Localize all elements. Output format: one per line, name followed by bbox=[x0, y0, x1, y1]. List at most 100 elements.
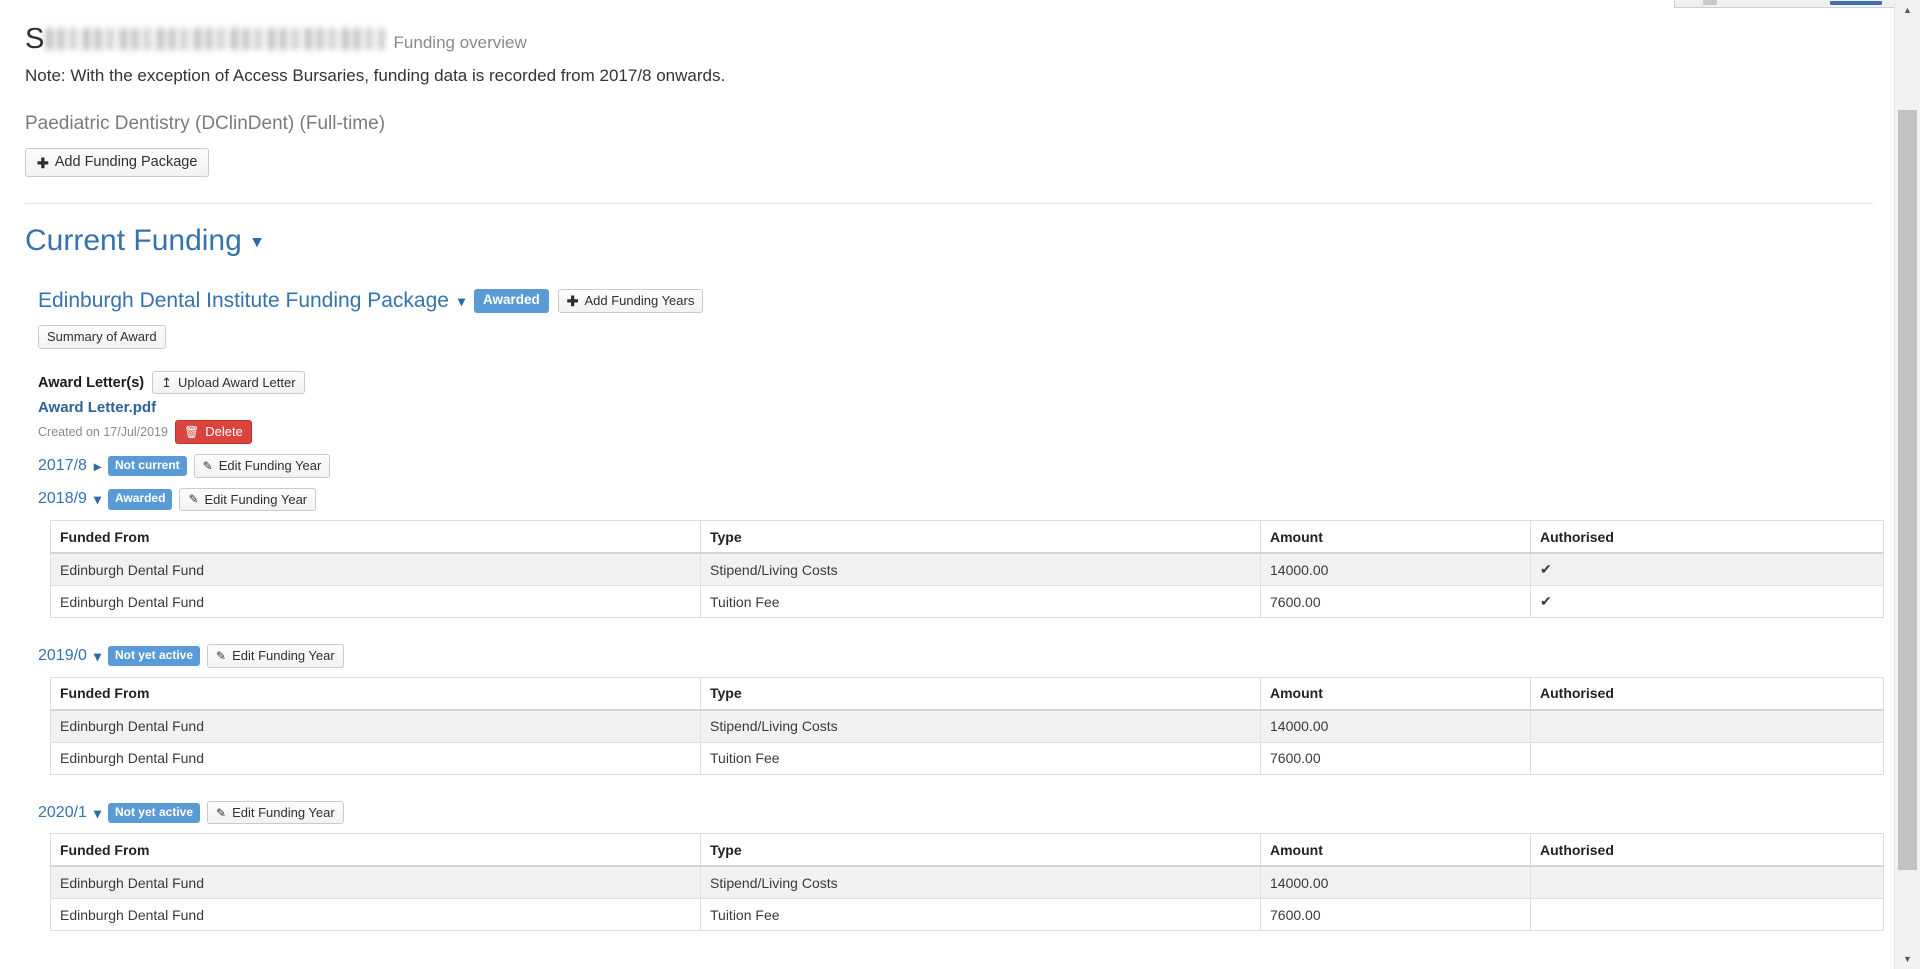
table-row: Edinburgh Dental Fund Tuition Fee 7600.0… bbox=[51, 899, 1884, 931]
funding-year-table: Funded From Type Amount Authorised Edinb… bbox=[50, 677, 1884, 775]
cell-amount: 7600.00 bbox=[1261, 586, 1531, 618]
section-divider bbox=[25, 203, 1873, 204]
col-header-amount: Amount bbox=[1261, 834, 1531, 867]
funding-year-label[interactable]: 2018/9 bbox=[38, 490, 87, 508]
award-letters-section: Award Letter(s) ↥ Upload Award Letter bbox=[25, 371, 1895, 395]
funding-year-label[interactable]: 2020/1 bbox=[38, 804, 87, 822]
edit-funding-year-label: Edit Funding Year bbox=[205, 492, 308, 508]
edit-funding-year-label: Edit Funding Year bbox=[232, 648, 335, 664]
col-header-type: Type bbox=[701, 521, 1261, 554]
funding-package-row: Edinburgh Dental Institute Funding Packa… bbox=[25, 289, 1895, 313]
upload-icon: ↥ bbox=[161, 376, 172, 389]
funding-year-table: Funded From Type Amount Authorised Edinb… bbox=[50, 833, 1884, 931]
programme-title: Paediatric Dentistry (DClinDent) (Full-t… bbox=[25, 113, 1895, 135]
col-header-authorised: Authorised bbox=[1531, 834, 1884, 867]
edit-funding-year-label: Edit Funding Year bbox=[232, 805, 335, 821]
edit-funding-year-button[interactable]: ✎ Edit Funding Year bbox=[179, 488, 316, 512]
summary-of-award-button[interactable]: Summary of Award bbox=[38, 325, 166, 349]
funding-year-status-badge: Awarded bbox=[108, 489, 172, 509]
table-row: Edinburgh Dental Fund Stipend/Living Cos… bbox=[51, 866, 1884, 899]
plus-icon: ✚ bbox=[37, 156, 49, 170]
award-letters-label: Award Letter(s) bbox=[38, 375, 144, 391]
package-status-badge: Awarded bbox=[474, 289, 549, 313]
cell-authorised bbox=[1531, 742, 1884, 774]
table-header-row: Funded From Type Amount Authorised bbox=[51, 521, 1884, 554]
table-row: Edinburgh Dental Fund Tuition Fee 7600.0… bbox=[51, 742, 1884, 774]
add-funding-years-button[interactable]: ✚ Add Funding Years bbox=[558, 289, 704, 313]
cell-funded-from: Edinburgh Dental Fund bbox=[51, 742, 701, 774]
col-header-authorised: Authorised bbox=[1531, 677, 1884, 710]
cell-authorised: ✔ bbox=[1531, 553, 1884, 586]
scrollbar-thumb[interactable] bbox=[1898, 110, 1917, 870]
table-row: Edinburgh Dental Fund Stipend/Living Cos… bbox=[51, 553, 1884, 586]
col-header-type: Type bbox=[701, 834, 1261, 867]
funding-year-row: 2018/9 ▾ Awarded ✎ Edit Funding Year bbox=[25, 488, 1895, 512]
col-header-funded-from: Funded From bbox=[51, 677, 701, 710]
pencil-icon: ✎ bbox=[203, 460, 213, 472]
cell-amount: 7600.00 bbox=[1261, 742, 1531, 774]
edit-funding-year-button[interactable]: ✎ Edit Funding Year bbox=[207, 801, 344, 825]
col-header-funded-from: Funded From bbox=[51, 521, 701, 554]
funding-year-label[interactable]: 2017/8 bbox=[38, 457, 87, 475]
add-funding-package-label: Add Funding Package bbox=[55, 154, 198, 171]
chevron-down-icon[interactable]: ▾ bbox=[94, 649, 101, 663]
cell-type: Stipend/Living Costs bbox=[701, 710, 1261, 743]
page-header: S Funding overview bbox=[25, 24, 1895, 56]
funding-year-row: 2020/1 ▾ Not yet active ✎ Edit Funding Y… bbox=[25, 801, 1895, 825]
plus-icon: ✚ bbox=[567, 294, 579, 308]
chevron-down-icon[interactable]: ▾ bbox=[94, 492, 101, 506]
funding-year-status-badge: Not yet active bbox=[108, 803, 200, 823]
chevron-down-icon[interactable]: ▾ bbox=[94, 806, 101, 820]
cell-authorised: ✔ bbox=[1531, 586, 1884, 618]
page-title: S bbox=[25, 24, 384, 56]
cell-funded-from: Edinburgh Dental Fund bbox=[51, 710, 701, 743]
scroll-up-arrow-icon[interactable]: ▲ bbox=[1895, 0, 1920, 20]
edit-funding-year-button[interactable]: ✎ Edit Funding Year bbox=[207, 644, 344, 668]
current-funding-heading[interactable]: Current Funding ▾ bbox=[25, 224, 1895, 258]
upload-award-letter-button[interactable]: ↥ Upload Award Letter bbox=[152, 371, 304, 395]
funding-year-label[interactable]: 2019/0 bbox=[38, 647, 87, 665]
table-row: Edinburgh Dental Fund Stipend/Living Cos… bbox=[51, 710, 1884, 743]
col-header-funded-from: Funded From bbox=[51, 834, 701, 867]
table-row: Edinburgh Dental Fund Tuition Fee 7600.0… bbox=[51, 586, 1884, 618]
table-header-row: Funded From Type Amount Authorised bbox=[51, 677, 1884, 710]
add-funding-years-label: Add Funding Years bbox=[584, 293, 694, 309]
cell-authorised bbox=[1531, 710, 1884, 743]
chevron-down-icon[interactable]: ▾ bbox=[253, 233, 262, 250]
cell-funded-from: Edinburgh Dental Fund bbox=[51, 553, 701, 586]
cell-type: Tuition Fee bbox=[701, 742, 1261, 774]
table-header-row: Funded From Type Amount Authorised bbox=[51, 834, 1884, 867]
funding-package-name[interactable]: Edinburgh Dental Institute Funding Packa… bbox=[38, 289, 449, 313]
col-header-type: Type bbox=[701, 677, 1261, 710]
redacted-student-name bbox=[46, 28, 384, 50]
app-viewport: S Funding overview Note: With the except… bbox=[0, 0, 1920, 969]
funding-year-status-badge: Not yet active bbox=[108, 646, 200, 666]
funding-note: Note: With the exception of Access Bursa… bbox=[25, 66, 1895, 86]
funding-year-row: 2019/0 ▾ Not yet active ✎ Edit Funding Y… bbox=[25, 644, 1895, 668]
col-header-amount: Amount bbox=[1261, 677, 1531, 710]
delete-award-letter-button[interactable]: 🗑 Delete bbox=[175, 420, 252, 444]
award-letter-file-link[interactable]: Award Letter.pdf bbox=[25, 399, 1895, 416]
cell-funded-from: Edinburgh Dental Fund bbox=[51, 899, 701, 931]
cell-authorised bbox=[1531, 866, 1884, 899]
edit-funding-year-button[interactable]: ✎ Edit Funding Year bbox=[194, 454, 331, 478]
trash-icon: 🗑 bbox=[184, 426, 199, 438]
delete-label: Delete bbox=[205, 424, 243, 440]
cell-amount: 14000.00 bbox=[1261, 710, 1531, 743]
cell-amount: 14000.00 bbox=[1261, 866, 1531, 899]
scroll-down-arrow-icon[interactable]: ▼ bbox=[1895, 949, 1920, 969]
cell-type: Tuition Fee bbox=[701, 899, 1261, 931]
col-header-authorised: Authorised bbox=[1531, 521, 1884, 554]
chevron-right-icon[interactable]: ▸ bbox=[94, 459, 101, 473]
pencil-icon: ✎ bbox=[216, 807, 226, 819]
award-letter-meta-row: Created on 17/Jul/2019 🗑 Delete bbox=[25, 420, 1895, 444]
current-funding-label: Current Funding bbox=[25, 224, 242, 258]
package-chevron-down-icon[interactable]: ▾ bbox=[458, 294, 465, 308]
cell-amount: 14000.00 bbox=[1261, 553, 1531, 586]
vertical-scrollbar[interactable]: ▲ ▼ bbox=[1894, 0, 1920, 969]
cell-funded-from: Edinburgh Dental Fund bbox=[51, 586, 701, 618]
edit-funding-year-label: Edit Funding Year bbox=[219, 458, 322, 474]
pencil-icon: ✎ bbox=[216, 650, 226, 662]
funding-year-status-badge: Not current bbox=[108, 456, 187, 476]
add-funding-package-button[interactable]: ✚ Add Funding Package bbox=[25, 148, 209, 177]
